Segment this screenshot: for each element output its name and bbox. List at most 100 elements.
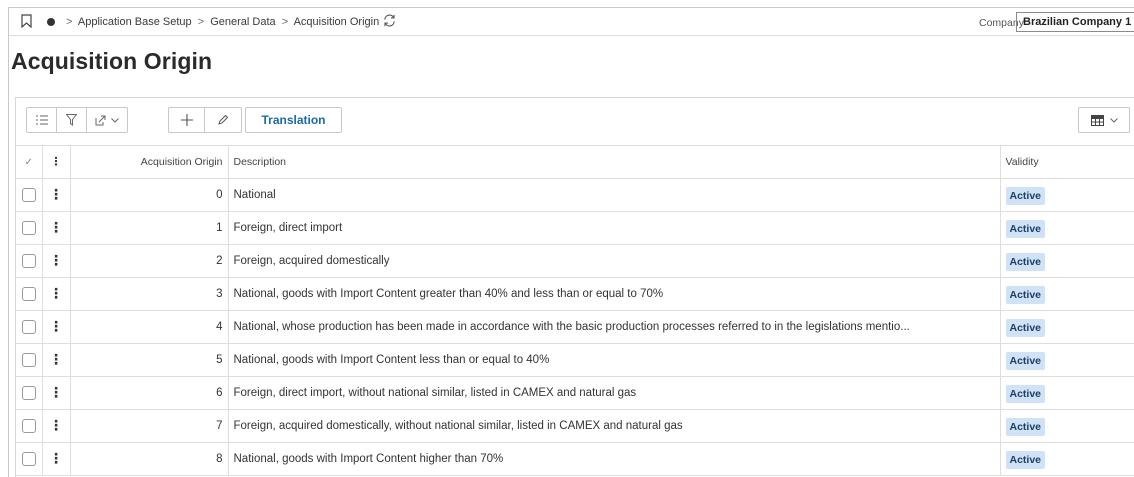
edit-button[interactable] (205, 108, 241, 132)
acquisition-origin-table: ✓ ⋮ Acquisition Origin Description Valid… (16, 146, 1134, 476)
export-icon (95, 115, 106, 125)
kebab-icon[interactable]: ⋮ (49, 219, 63, 235)
cell-validity: Active (1000, 409, 1134, 443)
cell-acquisition-origin: 3 (70, 277, 229, 311)
table-row[interactable]: ⋮ 5 National, goods with Import Content … (16, 343, 1134, 377)
cell-validity: Active (1000, 211, 1134, 245)
row-checkbox[interactable] (16, 376, 43, 410)
row-menu[interactable]: ⋮ (42, 442, 71, 476)
filter-button[interactable] (57, 108, 87, 132)
cell-validity: Active (1000, 244, 1134, 278)
checkbox-icon[interactable] (21, 385, 36, 400)
cell-validity: Active (1000, 277, 1134, 311)
breadcrumb-separator: > (281, 16, 289, 28)
column-menu[interactable]: ⋮ (42, 146, 71, 179)
cell-acquisition-origin: 6 (70, 376, 229, 410)
row-checkbox[interactable] (16, 178, 43, 212)
row-checkbox[interactable] (16, 343, 43, 377)
add-icon (180, 114, 193, 126)
table-row[interactable]: ⋮ 2 Foreign, acquired domestically Activ… (16, 244, 1134, 278)
table-row[interactable]: ⋮ 0 National Active (16, 178, 1134, 212)
row-checkbox[interactable] (16, 310, 43, 344)
row-checkbox[interactable] (16, 277, 43, 311)
kebab-icon[interactable]: ⋮ (49, 351, 63, 367)
cell-validity: Active (1000, 178, 1134, 212)
checkbox-icon[interactable] (21, 220, 36, 235)
page-title: Acquisition Origin (11, 48, 213, 74)
row-menu[interactable]: ⋮ (42, 310, 71, 344)
checkmark-icon: ✓ (24, 156, 33, 168)
table-row[interactable]: ⋮ 8 National, goods with Import Content … (16, 442, 1134, 476)
list-settings-button[interactable] (27, 108, 57, 132)
checkbox-icon[interactable] (21, 187, 36, 202)
select-all-checkbox[interactable]: ✓ (16, 146, 43, 179)
cell-validity: Active (1000, 376, 1134, 410)
table-header-row: ✓ ⋮ Acquisition Origin Description Valid… (16, 146, 1134, 179)
cell-acquisition-origin: 5 (70, 343, 229, 377)
column-header-acquisition-origin[interactable]: Acquisition Origin (70, 146, 229, 179)
row-menu[interactable]: ⋮ (42, 211, 71, 245)
row-menu[interactable]: ⋮ (42, 277, 71, 311)
cell-validity: Active (1000, 343, 1134, 377)
checkbox-icon[interactable] (21, 286, 36, 301)
row-checkbox[interactable] (16, 244, 43, 278)
company-selector[interactable]: Brazilian Company 1 (1016, 12, 1134, 32)
cell-validity: Active (1000, 442, 1134, 476)
table-row[interactable]: ⋮ 4 National, whose production has been … (16, 310, 1134, 344)
kebab-icon[interactable]: ⋮ (49, 318, 63, 334)
edit-icon (218, 115, 228, 125)
export-button[interactable] (87, 108, 127, 132)
row-menu[interactable]: ⋮ (42, 343, 71, 377)
cell-acquisition-origin: 4 (70, 310, 229, 344)
column-header-description[interactable]: Description (228, 146, 1001, 179)
table-view-icon (1090, 114, 1104, 126)
row-menu[interactable]: ⋮ (42, 178, 71, 212)
row-checkbox[interactable] (16, 442, 43, 476)
cell-description: National, goods with Import Content high… (228, 442, 1001, 476)
breadcrumb-item-application-base-setup[interactable]: Application Base Setup (78, 16, 192, 28)
bookmark-icon[interactable] (21, 14, 32, 28)
cell-description: National, whose production has been made… (228, 310, 1001, 344)
breadcrumb: > Application Base Setup > General Data … (63, 16, 379, 28)
cell-acquisition-origin: 7 (70, 409, 229, 443)
checkbox-icon[interactable] (21, 253, 36, 268)
cell-description: Foreign, direct import (228, 211, 1001, 245)
column-header-validity[interactable]: Validity (1000, 146, 1134, 179)
cell-description: Foreign, direct import, without national… (228, 376, 1001, 410)
grid-toolbar: Translation (16, 98, 1134, 146)
table-row[interactable]: ⋮ 1 Foreign, direct import Active (16, 211, 1134, 245)
cell-description: National, goods with Import Content less… (228, 343, 1001, 377)
status-badge: Active (1005, 253, 1046, 271)
checkbox-icon[interactable] (21, 451, 36, 466)
kebab-icon[interactable]: ⋮ (49, 417, 63, 433)
add-button[interactable] (169, 108, 205, 132)
kebab-icon[interactable]: ⋮ (49, 384, 63, 400)
row-checkbox[interactable] (16, 211, 43, 245)
breadcrumb-item-general-data[interactable]: General Data (210, 16, 275, 28)
row-checkbox[interactable] (16, 409, 43, 443)
status-dot-icon (47, 18, 55, 26)
breadcrumb-item-acquisition-origin: Acquisition Origin (293, 16, 380, 28)
row-menu[interactable]: ⋮ (42, 376, 71, 410)
checkbox-icon[interactable] (21, 319, 36, 334)
kebab-icon[interactable]: ⋮ (49, 252, 63, 268)
cell-validity: Active (1000, 310, 1134, 344)
translation-button[interactable]: Translation (245, 107, 342, 133)
list-icon (35, 115, 48, 125)
table-row[interactable]: ⋮ 6 Foreign, direct import, without nati… (16, 376, 1134, 410)
table-row[interactable]: ⋮ 3 National, goods with Import Content … (16, 277, 1134, 311)
checkbox-icon[interactable] (21, 418, 36, 433)
refresh-icon[interactable] (382, 13, 397, 28)
table-row[interactable]: ⋮ 7 Foreign, acquired domestically, with… (16, 409, 1134, 443)
cell-description: Foreign, acquired domestically, without … (228, 409, 1001, 443)
kebab-icon[interactable]: ⋮ (49, 450, 63, 466)
row-menu[interactable]: ⋮ (42, 244, 71, 278)
toolbar-group-view (26, 107, 128, 133)
checkbox-icon[interactable] (21, 352, 36, 367)
row-menu[interactable]: ⋮ (42, 409, 71, 443)
table-view-button[interactable] (1078, 107, 1130, 133)
status-badge: Active (1005, 319, 1046, 337)
kebab-icon[interactable]: ⋮ (49, 186, 63, 202)
kebab-icon[interactable]: ⋮ (49, 285, 63, 301)
chevron-down-icon (1109, 117, 1118, 123)
